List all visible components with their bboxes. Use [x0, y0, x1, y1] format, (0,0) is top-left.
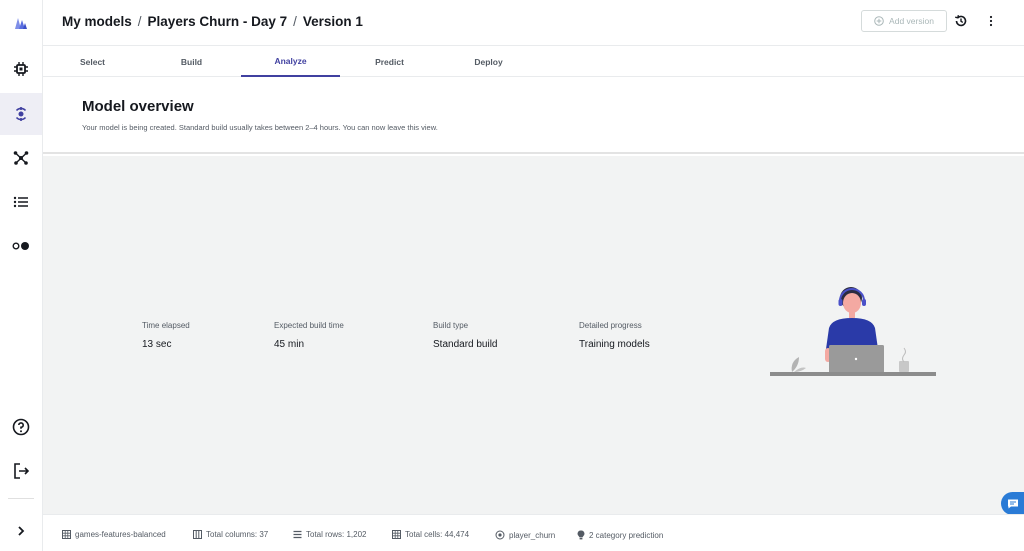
stat-label: Time elapsed [142, 321, 190, 330]
rows-icon [293, 530, 302, 539]
sign-out-icon[interactable] [0, 450, 42, 492]
step-tabs: Select Build Analyze Predict Deploy [43, 46, 1024, 77]
stat-time-elapsed: Time elapsed 13 sec [142, 321, 190, 350]
tab-predict[interactable]: Predict [340, 46, 439, 77]
footer-total-columns: Total columns: 37 [193, 530, 268, 539]
page-subtitle: Your model is being created. Standard bu… [82, 123, 438, 132]
add-version-button[interactable]: Add version [861, 10, 947, 32]
columns-icon [193, 530, 202, 539]
stat-label: Build type [433, 321, 469, 330]
tab-analyze[interactable]: Analyze [241, 46, 340, 77]
total-cells: Total cells: 44,474 [405, 530, 470, 539]
stat-label: Expected build time [274, 321, 344, 330]
prediction-type: 2 category prediction [589, 530, 664, 540]
footer-total-cells: Total cells: 44,474 [392, 530, 469, 539]
history-icon[interactable] [952, 12, 970, 30]
page-title: Model overview [82, 98, 194, 115]
stat-value: Standard build [433, 339, 498, 350]
table-icon [62, 530, 71, 539]
footer-prediction-type: 2 category prediction [577, 530, 663, 540]
cells-icon [392, 530, 401, 539]
lightbulb-icon [577, 530, 585, 540]
total-columns: Total columns: 37 [206, 530, 269, 539]
breadcrumb: My models / Players Churn - Day 7 / Vers… [62, 14, 363, 29]
target-column: player_churn [509, 530, 556, 540]
chip-icon[interactable] [0, 48, 42, 90]
toggle-icon[interactable] [0, 225, 42, 267]
canvas-logo-icon[interactable] [0, 2, 42, 44]
plus-circle-icon [874, 16, 884, 26]
breadcrumb-model[interactable]: Players Churn - Day 7 [148, 14, 288, 29]
breadcrumb-separator: / [137, 14, 142, 29]
stat-label: Detailed progress [579, 321, 642, 330]
chevron-right-icon[interactable] [0, 510, 42, 551]
tab-build[interactable]: Build [142, 46, 241, 77]
add-version-label: Add version [889, 16, 934, 26]
footer-dataset: games-features-balanced [62, 530, 166, 539]
stat-build-type: Build type Standard build [433, 321, 498, 350]
feedback-chat-button[interactable] [1001, 492, 1024, 515]
breadcrumb-my-models[interactable]: My models [62, 14, 132, 29]
stat-value: 45 min [274, 339, 305, 350]
top-header: My models / Players Churn - Day 7 / Vers… [43, 0, 1024, 46]
tab-deploy[interactable]: Deploy [439, 46, 538, 77]
chat-icon [1007, 499, 1018, 508]
dataset-footer: games-features-balanced Total columns: 3… [43, 514, 1024, 551]
breadcrumb-version: Version 1 [302, 14, 363, 29]
tab-select[interactable]: Select [43, 46, 142, 77]
rail-divider [8, 498, 34, 499]
stat-expected-build-time: Expected build time 45 min [274, 321, 344, 350]
person-working-illustration [770, 287, 936, 376]
total-rows: Total rows: 1,202 [306, 530, 367, 539]
list-icon[interactable] [0, 181, 42, 223]
footer-target-column: player_churn [495, 530, 555, 540]
stat-detailed-progress: Detailed progress Training models [579, 321, 650, 350]
stat-value: Training models [579, 339, 650, 350]
app-root: My models / Players Churn - Day 7 / Vers… [0, 0, 1024, 551]
stat-value: 13 sec [142, 339, 172, 350]
help-icon[interactable] [0, 406, 42, 448]
model-icon[interactable] [0, 93, 42, 135]
model-overview-section: Model overview Your model is being creat… [43, 77, 1024, 154]
nodes-icon[interactable] [0, 137, 42, 179]
footer-total-rows: Total rows: 1,202 [293, 530, 366, 539]
dataset-name: games-features-balanced [75, 530, 166, 539]
breadcrumb-separator: / [293, 14, 297, 29]
target-icon [495, 530, 505, 540]
left-rail [0, 0, 43, 551]
build-progress-panel: Time elapsed 13 sec Expected build time … [43, 156, 1024, 515]
more-options-icon[interactable] [982, 12, 1000, 30]
